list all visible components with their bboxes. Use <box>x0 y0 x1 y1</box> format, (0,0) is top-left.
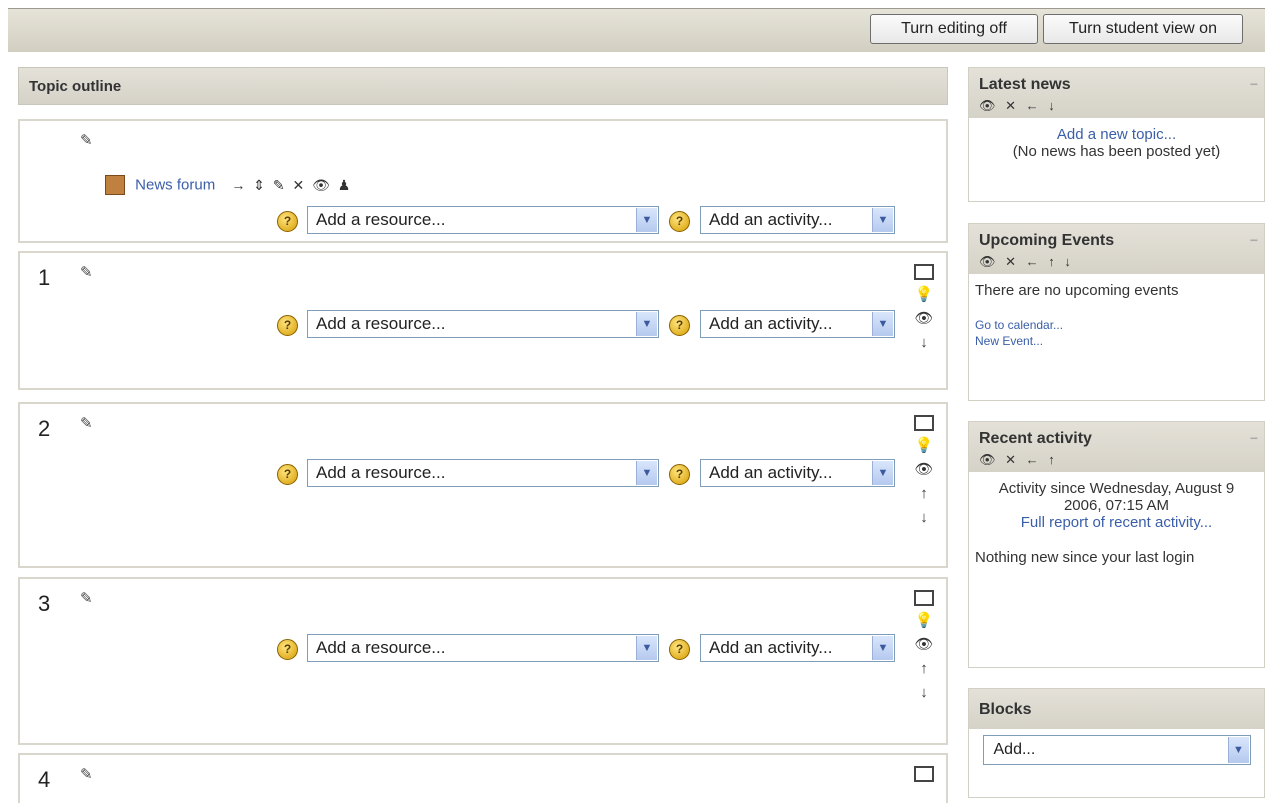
show-only-topic-icon[interactable] <box>914 585 934 609</box>
block-title: Upcoming Events <box>979 232 1115 249</box>
chevron-down-icon: ▼ <box>872 636 893 660</box>
add-activity-select[interactable]: Add an activity... ▼ <box>700 459 895 487</box>
recent-activity-block: Recent activity 👁 ✕ ← ↑ − Activity since… <box>968 421 1265 668</box>
arrow-down-icon[interactable]: ↓ <box>914 331 934 355</box>
blocks-block: Blocks Add... ▼ <box>968 688 1265 798</box>
arrow-down-icon[interactable]: ↓ <box>914 506 934 530</box>
arrow-up-icon[interactable]: ↑ <box>914 657 934 681</box>
collapse-icon[interactable]: − <box>1250 76 1258 92</box>
add-activity-select[interactable]: Add an activity... ▼ <box>700 310 895 338</box>
block-title: Recent activity <box>979 430 1092 447</box>
help-icon[interactable]: ? <box>669 315 690 336</box>
help-icon[interactable]: ? <box>669 211 690 232</box>
section-controls: 💡 👁 ↑ ↓ <box>914 585 934 705</box>
section-1: 1 ✎ ? Add a resource... ▼ ? Add an activi… <box>18 251 948 390</box>
topic-outline-header: Topic outline <box>18 67 948 105</box>
collapse-icon[interactable]: − <box>1250 430 1258 446</box>
arrow-up-icon[interactable]: ↑ <box>914 482 934 506</box>
news-forum-controls[interactable]: → ⇕ ✎ ✕ 👁 ♟ <box>231 177 352 193</box>
news-forum-link[interactable]: News forum <box>135 177 215 194</box>
section-0: ✎ News forum → ⇕ ✎ ✕ 👁 ♟ ? Add a resourc… <box>18 119 948 243</box>
upcoming-events-block: Upcoming Events 👁 ✕ ← ↑ ↓ − There are no… <box>968 223 1265 401</box>
chevron-down-icon: ▼ <box>1227 737 1249 763</box>
help-icon[interactable]: ? <box>669 639 690 660</box>
edit-summary-icon[interactable]: ✎ <box>80 263 93 281</box>
new-event-link[interactable]: New Event... <box>975 333 1258 349</box>
no-news-text: (No news has been posted yet) <box>1012 143 1221 160</box>
chevron-down-icon: ▼ <box>872 312 893 336</box>
chevron-down-icon: ▼ <box>636 636 657 660</box>
full-report-link[interactable]: Full report of recent activity... <box>975 514 1258 531</box>
turn-student-view-button[interactable]: Turn student view on <box>1043 14 1243 44</box>
collapse-icon[interactable]: − <box>1250 232 1258 248</box>
show-only-topic-icon[interactable] <box>914 259 934 283</box>
section-number: 2 <box>38 416 51 441</box>
add-activity-select[interactable]: Add an activity... ▼ <box>700 206 895 234</box>
section-2: 2 ✎ ? Add a resource... ▼ ? Add an activi… <box>18 402 948 568</box>
edit-summary-icon[interactable]: ✎ <box>80 131 93 149</box>
chevron-down-icon: ▼ <box>636 461 657 485</box>
help-icon[interactable]: ? <box>277 211 298 232</box>
chevron-down-icon: ▼ <box>636 208 657 232</box>
chevron-down-icon: ▼ <box>872 461 893 485</box>
help-icon[interactable]: ? <box>277 639 298 660</box>
show-only-topic-icon[interactable] <box>914 761 934 785</box>
add-resource-select[interactable]: Add a resource... ▼ <box>307 634 659 662</box>
section-controls <box>914 761 934 785</box>
eye-icon[interactable]: 👁 <box>914 633 934 657</box>
arrow-down-icon[interactable]: ↓ <box>914 681 934 705</box>
help-icon[interactable]: ? <box>277 464 298 485</box>
section-4: 4 ✎ <box>18 753 948 803</box>
section-3: 3 ✎ ? Add a resource... ▼ ? Add an activi… <box>18 577 948 745</box>
forum-icon <box>105 175 125 195</box>
edit-summary-icon[interactable]: ✎ <box>80 414 93 432</box>
eye-icon[interactable]: 👁 <box>914 307 934 331</box>
nothing-new-text: Nothing new since your last login <box>975 549 1195 566</box>
block-title: Latest news <box>979 76 1071 93</box>
turn-editing-off-button[interactable]: Turn editing off <box>870 14 1038 44</box>
help-icon[interactable]: ? <box>669 464 690 485</box>
add-resource-select[interactable]: Add a resource... ▼ <box>307 206 659 234</box>
go-to-calendar-link[interactable]: Go to calendar... <box>975 317 1258 333</box>
chevron-down-icon: ▼ <box>872 208 893 232</box>
show-only-topic-icon[interactable] <box>914 410 934 434</box>
activity-since-text: Activity since Wednesday, August 9 2006,… <box>998 480 1235 514</box>
edit-summary-icon[interactable]: ✎ <box>80 589 93 607</box>
highlight-lightbulb-icon[interactable]: 💡 <box>914 434 934 458</box>
chevron-down-icon: ▼ <box>636 312 657 336</box>
section-controls: 💡 👁 ↑ ↓ <box>914 410 934 530</box>
highlight-lightbulb-icon[interactable]: 💡 <box>914 283 934 307</box>
add-resource-select[interactable]: Add a resource... ▼ <box>307 459 659 487</box>
eye-icon[interactable]: 👁 <box>914 458 934 482</box>
block-controls[interactable]: 👁 ✕ ← ↑ ↓ <box>979 254 1254 270</box>
section-number: 1 <box>38 265 51 290</box>
add-resource-select[interactable]: Add a resource... ▼ <box>307 310 659 338</box>
help-icon[interactable]: ? <box>277 315 298 336</box>
section-number: 3 <box>38 591 51 616</box>
no-events-text: There are no upcoming events <box>975 282 1179 299</box>
highlight-lightbulb-icon[interactable]: 💡 <box>914 609 934 633</box>
block-controls[interactable]: 👁 ✕ ← ↓ <box>979 98 1254 114</box>
latest-news-block: Latest news 👁 ✕ ← ↓ − Add a new topic...… <box>968 67 1265 202</box>
add-block-select[interactable]: Add... ▼ <box>982 735 1251 765</box>
add-activity-select[interactable]: Add an activity... ▼ <box>700 634 895 662</box>
news-forum-row: News forum → ⇕ ✎ ✕ 👁 ♟ <box>105 175 352 195</box>
block-title: Blocks <box>979 701 1032 718</box>
add-new-topic-link[interactable]: Add a new topic... <box>975 126 1258 143</box>
block-controls[interactable]: 👁 ✕ ← ↑ <box>979 452 1254 468</box>
section-controls: 💡 👁 ↓ <box>914 259 934 355</box>
edit-summary-icon[interactable]: ✎ <box>80 765 93 783</box>
section-number: 4 <box>38 767 51 792</box>
